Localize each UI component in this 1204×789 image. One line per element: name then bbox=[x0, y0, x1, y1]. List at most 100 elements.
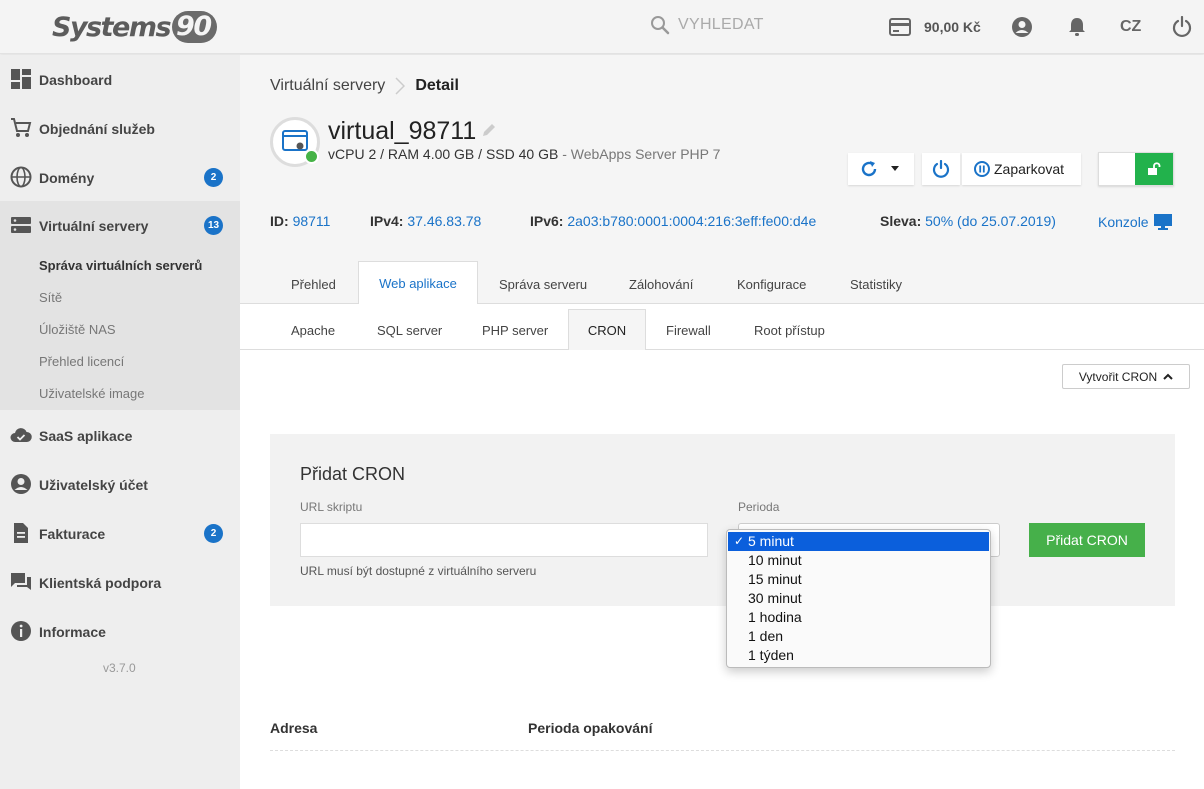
period-option[interactable]: 1 týden bbox=[728, 646, 989, 665]
create-cron-toggle-button[interactable]: Vytvořit CRON bbox=[1062, 364, 1190, 389]
park-label: Zaparkovat bbox=[994, 161, 1065, 177]
subtab-root-access[interactable]: Root přístup bbox=[754, 323, 825, 338]
sidebar-item-order[interactable]: Objednání služeb bbox=[0, 104, 240, 153]
sidebar-item-info[interactable]: Informace bbox=[0, 607, 240, 656]
logout-power-icon[interactable] bbox=[1172, 16, 1192, 38]
subtab-cron[interactable]: CRON bbox=[568, 309, 646, 351]
sidebar: Dashboard Objednání služeb Domény 2 Virt… bbox=[0, 55, 240, 789]
sidebar-item-label: Fakturace bbox=[39, 525, 106, 542]
breadcrumb-parent[interactable]: Virtuální servery bbox=[270, 77, 385, 95]
sidebar-item-label: Uživatelský účet bbox=[39, 476, 148, 493]
park-button[interactable]: Zaparkovat bbox=[962, 153, 1081, 185]
sidebar-subitem-nas[interactable]: Úložiště NAS bbox=[39, 322, 116, 337]
user-icon[interactable] bbox=[1011, 16, 1033, 38]
subtab-apache[interactable]: Apache bbox=[291, 323, 335, 338]
sidebar-item-label: Objednání služeb bbox=[39, 120, 155, 137]
sidebar-submenu: Virtuální servery 13 Správa virtuálních … bbox=[0, 201, 240, 410]
search-box[interactable]: VYHLEDAT bbox=[650, 15, 764, 35]
subtab-firewall[interactable]: Firewall bbox=[666, 323, 711, 338]
table-divider bbox=[270, 750, 1175, 751]
server-id: ID: 98711 bbox=[270, 213, 331, 229]
user-icon bbox=[11, 474, 31, 494]
edit-pencil-icon[interactable] bbox=[482, 123, 496, 137]
main-content: Virtuální servery Detail virtual_98711 v… bbox=[240, 55, 1204, 789]
tab-backups[interactable]: Zálohování bbox=[629, 277, 693, 292]
tab-configuration[interactable]: Konfigurace bbox=[737, 277, 806, 292]
server-name: virtual_98711 bbox=[328, 117, 477, 145]
sidebar-item-label: Domény bbox=[39, 169, 95, 186]
sidebar-item-label: SaaS aplikace bbox=[39, 427, 133, 444]
search-icon bbox=[651, 16, 670, 35]
period-option[interactable]: 10 minut bbox=[728, 551, 989, 570]
cron-content: Vytvořit CRON Přidat CRON URL skriptu UR… bbox=[240, 350, 1204, 789]
app-version: v3.7.0 bbox=[103, 661, 136, 675]
logo[interactable]: Systems 90 bbox=[52, 10, 217, 44]
sidebar-subitem-manage-servers[interactable]: Správa virtuálních serverů bbox=[39, 258, 202, 273]
sidebar-item-billing[interactable]: Fakturace 2 bbox=[0, 509, 240, 558]
caret-down-icon[interactable] bbox=[890, 166, 900, 172]
period-option[interactable]: 15 minut bbox=[728, 570, 989, 589]
sidebar-item-virtual-servers[interactable]: Virtuální servery 13 bbox=[0, 201, 240, 251]
sidebar-item-account[interactable]: Uživatelský účet bbox=[0, 460, 240, 509]
period-option[interactable]: ✓ 5 minut bbox=[728, 532, 989, 551]
add-cron-panel: Přidat CRON URL skriptu URL musí být dos… bbox=[270, 434, 1175, 606]
tab-server-management[interactable]: Správa serveru bbox=[499, 277, 587, 292]
tab-web-apps[interactable]: Web aplikace bbox=[358, 261, 478, 305]
bell-icon[interactable] bbox=[1067, 16, 1087, 38]
sidebar-item-support[interactable]: Klientská podpora bbox=[0, 558, 240, 607]
monitor-icon bbox=[1153, 214, 1172, 230]
panel-title: Přidat CRON bbox=[300, 464, 406, 484]
chat-icon bbox=[11, 573, 31, 590]
tab-statistics[interactable]: Statistiky bbox=[850, 277, 902, 292]
breadcrumb-current: Detail bbox=[415, 77, 459, 94]
period-option[interactable]: 1 den bbox=[728, 627, 989, 646]
refresh-icon[interactable] bbox=[860, 160, 878, 178]
domains-badge: 2 bbox=[204, 168, 223, 187]
unlock-icon bbox=[1148, 162, 1161, 175]
period-option[interactable]: 1 hodina bbox=[728, 608, 989, 627]
column-header-period: Perioda opakování bbox=[528, 720, 653, 736]
server-discount: Sleva: 50% (do 25.07.2019) bbox=[880, 213, 1056, 229]
restart-button-group[interactable] bbox=[848, 153, 914, 185]
unlock-state bbox=[1135, 153, 1173, 185]
tab-overview[interactable]: Přehled bbox=[291, 277, 336, 292]
power-button[interactable] bbox=[922, 153, 960, 185]
lock-toggle[interactable] bbox=[1098, 152, 1174, 186]
logo-number: 90 bbox=[172, 11, 217, 43]
period-option[interactable]: 30 minut bbox=[728, 589, 989, 608]
sidebar-item-dashboard[interactable]: Dashboard bbox=[0, 55, 240, 104]
billing-badge: 2 bbox=[204, 524, 223, 543]
top-bar: Systems 90 VYHLEDAT 90,00 Kč CZ bbox=[0, 0, 1204, 54]
virtual-servers-badge: 13 bbox=[204, 216, 223, 235]
globe-icon bbox=[10, 166, 32, 188]
subtab-php-server[interactable]: PHP server bbox=[482, 323, 548, 338]
sidebar-subitem-images[interactable]: Uživatelské image bbox=[39, 386, 145, 401]
subtab-sql-server[interactable]: SQL server bbox=[377, 323, 442, 338]
sidebar-item-label: Dashboard bbox=[39, 71, 113, 88]
credit-card-icon[interactable] bbox=[889, 18, 911, 36]
url-label: URL skriptu bbox=[300, 500, 363, 514]
logo-text: Systems bbox=[52, 11, 172, 43]
info-icon bbox=[11, 621, 31, 641]
language-switch[interactable]: CZ bbox=[1120, 18, 1141, 36]
pause-circle-icon bbox=[974, 161, 990, 177]
console-link[interactable]: Konzole bbox=[1098, 213, 1173, 231]
add-cron-button[interactable]: Přidat CRON bbox=[1029, 523, 1145, 557]
server-ipv4: IPv4: 37.46.83.78 bbox=[370, 213, 482, 229]
server-ipv6: IPv6: 2a03:b780:0001:0004:216:3eff:fe00:… bbox=[530, 213, 817, 229]
breadcrumb: Virtuální servery Detail bbox=[270, 77, 459, 95]
url-hint: URL musí být dostupné z virtuálního serv… bbox=[300, 564, 537, 578]
dashboard-icon bbox=[11, 69, 31, 89]
document-icon bbox=[14, 523, 28, 543]
create-cron-label: Vytvořit CRON bbox=[1078, 369, 1158, 384]
column-header-address: Adresa bbox=[270, 720, 318, 736]
sidebar-item-label: Virtuální servery bbox=[39, 218, 149, 234]
url-input[interactable] bbox=[300, 523, 708, 557]
sidebar-item-saas[interactable]: SaaS aplikace bbox=[0, 411, 240, 460]
sidebar-subitem-licenses[interactable]: Přehled licencí bbox=[39, 354, 124, 369]
sidebar-item-domains[interactable]: Domény 2 bbox=[0, 153, 240, 202]
credit-balance[interactable]: 90,00 Kč bbox=[924, 19, 981, 35]
sidebar-subitem-networks[interactable]: Sítě bbox=[39, 290, 62, 305]
sidebar-item-label: Informace bbox=[39, 623, 106, 640]
sidebar-item-label: Klientská podpora bbox=[39, 574, 162, 591]
